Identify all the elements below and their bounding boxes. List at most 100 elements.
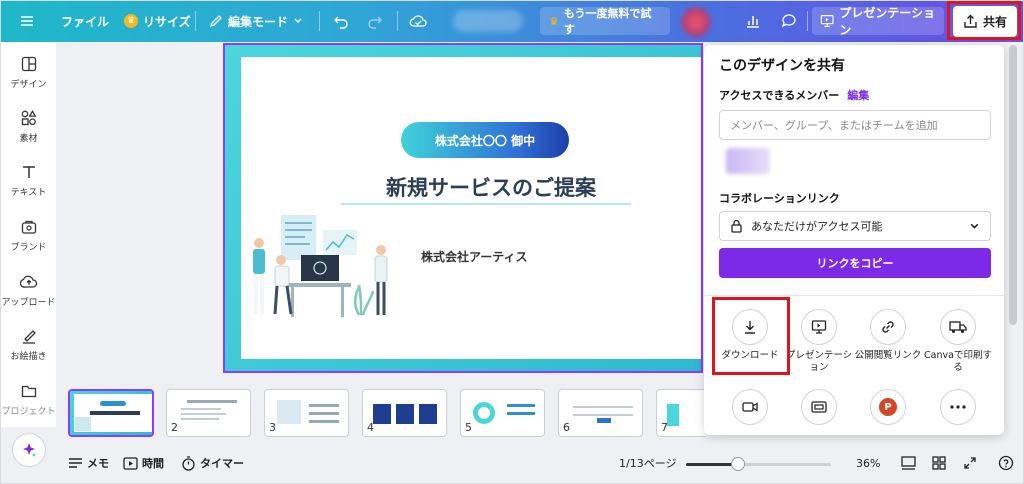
- public-link-label: 公開閲覧リンク: [854, 350, 922, 361]
- slide-title[interactable]: 新規サービスのご提案: [351, 172, 631, 202]
- undo-button[interactable]: [333, 7, 349, 35]
- sidebar-item-label: アップロード: [1, 298, 56, 308]
- upload-icon: [19, 275, 37, 288]
- share-panel: このデザインを共有 アクセスできるメンバー 編集 メンバー、グループ、またはチーム…: [704, 45, 1004, 435]
- timer-label: タイマー: [200, 457, 244, 470]
- member-search-input[interactable]: メンバー、グループ、またはチームを追加: [719, 110, 991, 140]
- truck-icon: [940, 309, 976, 345]
- help-icon: [998, 455, 1014, 471]
- divider: [319, 11, 320, 31]
- zoom-slider-handle[interactable]: [731, 457, 745, 471]
- timer-icon: [182, 455, 195, 471]
- panel-scrollbar[interactable]: [1009, 45, 1017, 325]
- redo-icon: [368, 16, 382, 29]
- page-thumbnail[interactable]: 3: [264, 389, 349, 437]
- member-avatar: [726, 148, 770, 174]
- sidebar-item-design[interactable]: デザイン: [1, 55, 56, 90]
- sidebar-item-draw[interactable]: お絵描き: [1, 327, 56, 362]
- divider: [704, 295, 1004, 296]
- comment-button[interactable]: [780, 7, 798, 35]
- menu-icon[interactable]: [19, 7, 35, 35]
- resize-button[interactable]: ♛ リサイズ: [124, 7, 191, 35]
- sparkle-icon: [23, 443, 36, 457]
- client-name-pill[interactable]: 株式会社〇〇 御中: [401, 122, 569, 158]
- more-icon: [940, 389, 976, 425]
- brand-icon: [21, 220, 36, 234]
- video-option[interactable]: [714, 389, 786, 425]
- print-label: Canvaで印刷する: [924, 350, 992, 373]
- cloud-save-icon[interactable]: [409, 7, 427, 35]
- page-thumbnail[interactable]: 7: [656, 389, 706, 437]
- page-thumbnail[interactable]: 1: [68, 389, 154, 437]
- sidebar-item-elements[interactable]: 素材: [1, 109, 56, 144]
- help-button[interactable]: [998, 455, 1014, 471]
- left-sidebar: デザイン 素材 テキスト ブランド アップロード お絵描き プロジェクト: [1, 42, 56, 427]
- present-option[interactable]: プレゼンテーション: [783, 309, 855, 374]
- public-link-option[interactable]: 公開閲覧リンク: [852, 309, 924, 362]
- business-illustration: [253, 215, 388, 317]
- resize-label: リサイズ: [143, 14, 191, 29]
- page-view-button[interactable]: [901, 456, 916, 470]
- video-icon: [732, 389, 768, 425]
- page-thumbnail[interactable]: 5: [460, 389, 545, 437]
- embed-icon: [801, 389, 837, 425]
- sidebar-item-label: テキスト: [10, 188, 47, 198]
- embed-option[interactable]: [783, 389, 855, 425]
- bar-chart-icon: [747, 16, 759, 28]
- file-menu-button[interactable]: ファイル: [61, 7, 109, 35]
- page-thumbnail[interactable]: 4: [362, 389, 447, 437]
- zoom-level[interactable]: 36%: [856, 457, 880, 470]
- present-label: プレゼンテーション: [839, 6, 936, 37]
- present-option-label: プレゼンテーション: [785, 350, 853, 373]
- sidebar-item-brand[interactable]: ブランド: [1, 218, 56, 253]
- powerpoint-option[interactable]: P: [852, 389, 924, 425]
- divider: [195, 11, 196, 31]
- grid-view-button[interactable]: [932, 456, 946, 470]
- sidebar-item-text[interactable]: テキスト: [1, 163, 56, 198]
- sidebar-item-upload[interactable]: アップロード: [1, 273, 56, 308]
- slide-canvas[interactable]: 株式会社〇〇 御中 新規サービスのご提案 株式会社アーティス: [223, 43, 703, 373]
- page-thumbnail[interactable]: 2: [166, 389, 251, 437]
- pencil-icon: [209, 15, 222, 28]
- chevron-down-icon: [970, 223, 979, 229]
- divider: [807, 11, 808, 31]
- notes-button[interactable]: メモ: [68, 455, 109, 471]
- insights-button[interactable]: [745, 7, 761, 35]
- thumbnail-number: 6: [563, 421, 570, 434]
- copy-link-button[interactable]: リンクをコピー: [719, 248, 991, 278]
- timing-button[interactable]: 時間: [123, 455, 164, 471]
- try-free-button[interactable]: ♛ もう一度無料で試す: [540, 7, 670, 36]
- fullscreen-button[interactable]: [963, 456, 977, 470]
- grid-icon: [932, 456, 946, 470]
- thumbnail-number: 2: [171, 421, 178, 434]
- share-panel-title: このデザインを共有: [719, 58, 845, 74]
- edit-mode-label: 編集モード: [228, 14, 289, 29]
- redo-button[interactable]: [367, 7, 383, 35]
- access-level-select[interactable]: あなただけがアクセス可能: [719, 211, 991, 241]
- powerpoint-icon: P: [870, 389, 906, 425]
- sidebar-item-project[interactable]: プロジェクト: [1, 382, 56, 417]
- present-icon: [820, 15, 834, 27]
- edit-access-link[interactable]: 編集: [847, 89, 869, 102]
- sidebar-item-label: 素材: [19, 134, 38, 144]
- expand-icon: [964, 457, 976, 469]
- draw-icon: [22, 330, 36, 344]
- notes-icon: [69, 457, 82, 468]
- zoom-slider[interactable]: [686, 457, 831, 471]
- magic-assistant-button[interactable]: [12, 433, 46, 467]
- timing-label: 時間: [142, 457, 164, 470]
- timer-button[interactable]: タイマー: [181, 455, 244, 471]
- slide-inner: 株式会社〇〇 御中 新規サービスのご提案 株式会社アーティス: [241, 57, 701, 359]
- design-icon: [21, 56, 36, 72]
- page-thumbnail[interactable]: 6: [558, 389, 643, 437]
- more-options[interactable]: [922, 389, 994, 425]
- project-icon: [21, 385, 36, 398]
- slide-company-name[interactable]: 株式会社アーティス: [421, 248, 528, 265]
- access-level-value: あなただけがアクセス可能: [751, 220, 883, 233]
- present-button[interactable]: プレゼンテーション: [812, 6, 944, 37]
- edit-mode-button[interactable]: 編集モード: [209, 7, 303, 35]
- print-option[interactable]: Canvaで印刷する: [922, 309, 994, 374]
- page-indicator[interactable]: 1/13ページ: [619, 455, 676, 471]
- avatar[interactable]: [681, 7, 711, 37]
- file-menu-label: ファイル: [61, 14, 110, 29]
